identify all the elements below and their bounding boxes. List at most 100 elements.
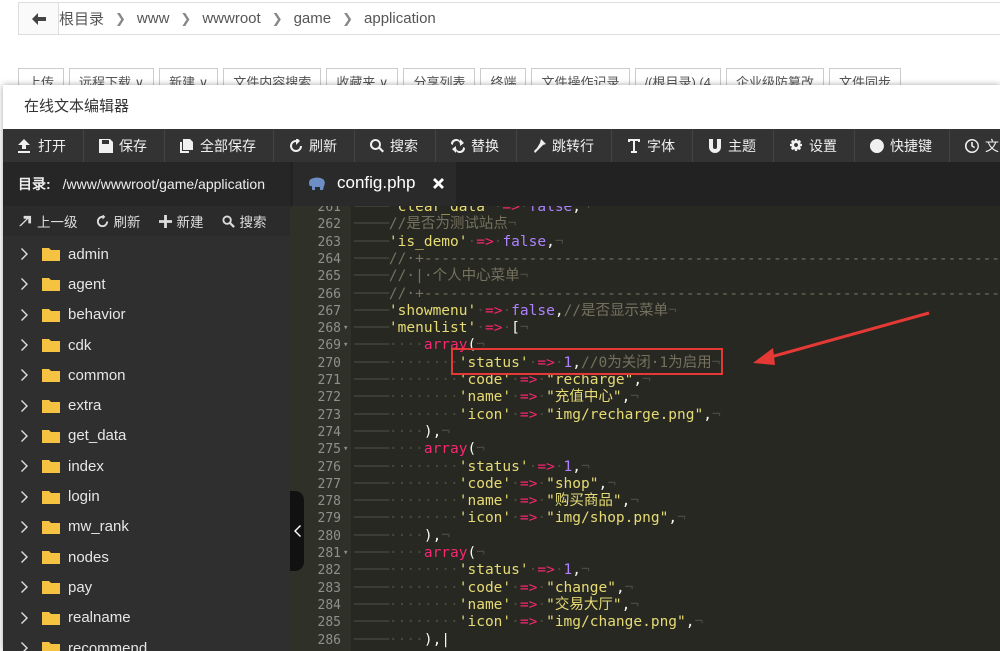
code-editor[interactable]: 261 ────'clear_data'·=>·false,¬ 262 ────//是… xyxy=(290,206,1000,651)
toolbar-button-2[interactable]: 保存 xyxy=(84,129,165,162)
code-line: 280 ────····),¬ xyxy=(290,528,1000,545)
annotation-arrow-icon xyxy=(753,311,930,365)
chevron-right-icon xyxy=(21,308,28,321)
folder-icon xyxy=(42,308,60,322)
breadcrumb-item[interactable]: www ❯ xyxy=(137,10,202,27)
fold-marker-icon[interactable]: ▾ xyxy=(343,441,348,458)
folder-item[interactable]: nodes xyxy=(3,542,290,572)
line-number: 285 xyxy=(317,615,341,631)
chevron-right-icon xyxy=(21,429,28,442)
sidebar-collapse-handle[interactable] xyxy=(290,491,304,571)
code-text: ────········'code'·=>·"shop",¬ xyxy=(354,475,616,492)
breadcrumb-item[interactable]: game ❯ xyxy=(294,10,364,27)
line-number: 270 xyxy=(317,355,341,371)
folder-item[interactable]: behavior xyxy=(3,300,290,330)
chevron-right-icon xyxy=(21,611,28,624)
code-line: 274 ────····),¬ xyxy=(290,424,1000,441)
code-text: ────'clear_data'·=>·false,¬ xyxy=(354,206,590,215)
toolbar-button-1[interactable]: 打开 xyxy=(3,129,84,162)
code-line: 261 ────'clear_data'·=>·false,¬ xyxy=(290,206,1000,216)
code-line: 283 ────········'code'·=>·"change",¬ xyxy=(290,580,1000,597)
code-text: ────········'icon'·=>·"img/change.png",¬ xyxy=(354,614,704,631)
line-number: 262 xyxy=(317,217,341,233)
plus-icon xyxy=(158,214,172,228)
toolbar-button-11[interactable]: 快捷键 xyxy=(855,129,950,162)
refresh-tree-button[interactable]: 刷新 xyxy=(96,211,141,231)
folder-item[interactable]: realname xyxy=(3,603,290,633)
folder-icon xyxy=(42,429,60,443)
line-number: 266 xyxy=(317,286,341,302)
code-line: 272 ────········'name'·=>·"充值中心",¬ xyxy=(290,389,1000,406)
code-text: ────//·+--------------------------------… xyxy=(354,250,1000,267)
toolbar-button-7[interactable]: 跳转行 xyxy=(517,129,612,162)
fold-marker-icon[interactable]: ▾ xyxy=(343,320,348,337)
code-text: ────········'icon'·=>·"img/shop.png",¬ xyxy=(354,510,686,527)
chevron-right-icon xyxy=(21,248,28,261)
folder-item[interactable]: agent xyxy=(3,269,290,299)
tab-config-php[interactable]: config.php xyxy=(293,162,456,206)
php-elephant-icon xyxy=(309,177,325,190)
fold-marker-icon[interactable]: ▾ xyxy=(343,337,348,354)
folder-item[interactable]: index xyxy=(3,451,290,481)
code-line: 285 ────········'icon'·=>·"img/change.png… xyxy=(290,614,1000,631)
folder-icon xyxy=(42,581,60,595)
back-button[interactable] xyxy=(19,3,59,34)
code-text: ────····),| xyxy=(354,631,451,648)
breadcrumb-item[interactable]: 根目录 ❯ xyxy=(59,8,137,29)
fold-marker-icon[interactable]: ▾ xyxy=(343,545,348,562)
code-line: 279 ────········'icon'·=>·"img/shop.png",… xyxy=(290,510,1000,527)
close-icon[interactable] xyxy=(432,177,445,190)
code-line: 266 ────//·+-----------------------------… xyxy=(290,286,1000,303)
folder-item[interactable]: pay xyxy=(3,572,290,602)
folder-icon xyxy=(42,642,60,651)
line-number: 264 xyxy=(317,251,341,267)
folder-item[interactable]: recommend xyxy=(3,633,290,651)
new-file-button[interactable]: 新建 xyxy=(158,211,204,231)
toolbar-button-3[interactable]: 全部保存 xyxy=(165,129,274,162)
folder-icon xyxy=(42,611,60,625)
breadcrumb-item[interactable]: application xyxy=(364,10,436,27)
toolbar-button-12[interactable]: 文 xyxy=(950,129,1000,162)
toolbar-button-5[interactable]: 搜索 xyxy=(355,129,436,162)
folder-item[interactable]: admin xyxy=(3,239,290,269)
folder-item[interactable]: extra xyxy=(3,390,290,420)
line-number: 268 xyxy=(317,321,341,337)
toolbar-button-4[interactable]: 刷新 xyxy=(274,129,355,162)
chevron-right-icon xyxy=(21,369,28,382)
toolbar-button-10[interactable]: 设置 xyxy=(774,129,855,162)
line-number: 267 xyxy=(317,303,341,319)
code-line: 281 ▾ ────····array(¬ xyxy=(290,545,1000,562)
chevron-right-icon xyxy=(21,399,28,412)
folder-item[interactable]: cdk xyxy=(3,330,290,360)
search-icon xyxy=(221,214,235,228)
chevron-right-icon xyxy=(21,551,28,564)
search-tree-button[interactable]: 搜索 xyxy=(221,211,267,231)
arrow-up-icon xyxy=(19,215,32,226)
folder-icon xyxy=(42,278,60,292)
line-number: 281 xyxy=(317,546,341,561)
toolbar-button-9[interactable]: 主题 xyxy=(693,129,774,162)
code-text: ────········'name'·=>·"购买商品",¬ xyxy=(354,493,640,510)
code-text: ────····array(¬ xyxy=(354,545,485,561)
folder-icon xyxy=(42,339,60,353)
breadcrumb-item[interactable]: wwwroot ❯ xyxy=(202,10,293,27)
folder-item[interactable]: get_data xyxy=(3,421,290,451)
chevron-right-icon xyxy=(21,460,28,473)
folder-item[interactable]: mw_rank xyxy=(3,512,290,542)
parent-dir-button[interactable]: 上一级 xyxy=(19,211,78,231)
line-number: 274 xyxy=(317,424,341,440)
save-icon xyxy=(99,138,113,153)
folder-item[interactable]: common xyxy=(3,360,290,390)
line-number: 269 xyxy=(317,338,341,354)
line-number: 261 xyxy=(317,206,341,215)
line-number: 276 xyxy=(317,459,341,475)
folder-item[interactable]: login xyxy=(3,481,290,511)
code-text: ────//·|·个人中心菜单¬ xyxy=(354,268,529,285)
toolbar-button-6[interactable]: 替换 xyxy=(436,129,517,162)
code-line: 273 ────········'icon'·=>·"img/recharge.p… xyxy=(290,407,1000,424)
chevron-right-icon xyxy=(21,278,28,291)
toolbar-button-8[interactable]: 字体 xyxy=(612,129,693,162)
annotation-highlight-box xyxy=(451,348,723,375)
code-line: 282 ────········'status'·=>·1,¬ xyxy=(290,562,1000,579)
code-line: 263 ────'is_demo'·=>·false,¬ xyxy=(290,234,1000,251)
